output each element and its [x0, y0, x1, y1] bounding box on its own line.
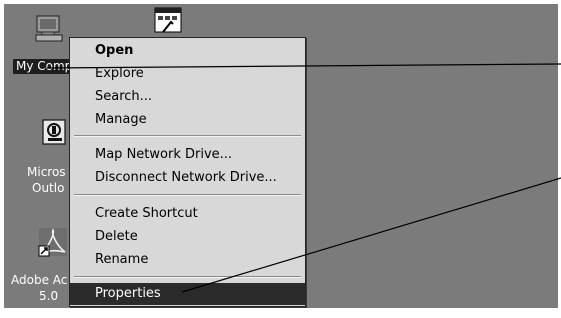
callout-line-my-computer [46, 63, 561, 69]
callout-line-properties [181, 177, 561, 293]
callout-lines [46, 63, 561, 293]
